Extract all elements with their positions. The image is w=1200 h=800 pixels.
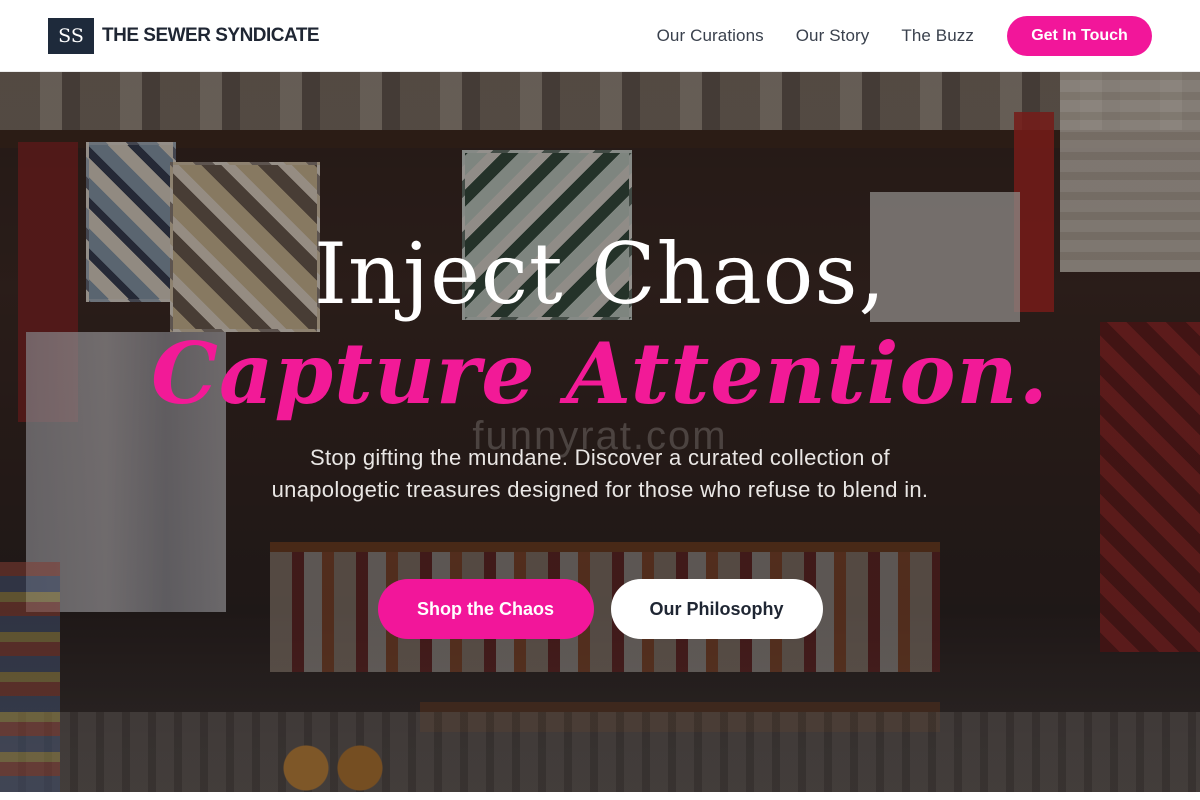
- logo-mark: SS: [48, 17, 94, 54]
- page-bottom-edge: [0, 792, 1200, 800]
- main-nav: Our Curations Our Story The Buzz Get In …: [657, 15, 1152, 56]
- get-in-touch-button[interactable]: Get In Touch: [1007, 15, 1152, 56]
- hero-headline-line1: Inject Chaos,: [313, 225, 887, 323]
- nav-link-our-curations[interactable]: Our Curations: [657, 26, 764, 46]
- site-header: SS THE SEWER SYNDICATE Our Curations Our…: [0, 0, 1200, 72]
- our-philosophy-button[interactable]: Our Philosophy: [610, 579, 823, 639]
- nav-link-the-buzz[interactable]: The Buzz: [901, 26, 974, 46]
- brand-name: THE SEWER SYNDICATE: [102, 24, 320, 46]
- hero-subtext: Stop gifting the mundane. Discover a cur…: [271, 445, 929, 502]
- hero-content: Inject Chaos, Capture Attention. Stop gi…: [0, 72, 1200, 792]
- shop-the-chaos-button[interactable]: Shop the Chaos: [377, 579, 594, 639]
- hero-button-row: Shop the Chaos Our Philosophy: [0, 579, 1200, 639]
- nav-link-our-story[interactable]: Our Story: [796, 26, 870, 46]
- brand-logo-link[interactable]: SS THE SEWER SYNDICATE: [48, 17, 320, 54]
- hero-section: funnyrat.com Inject Chaos, Capture Atten…: [0, 72, 1200, 792]
- hero-headline-line2: Capture Attention.: [151, 324, 1049, 423]
